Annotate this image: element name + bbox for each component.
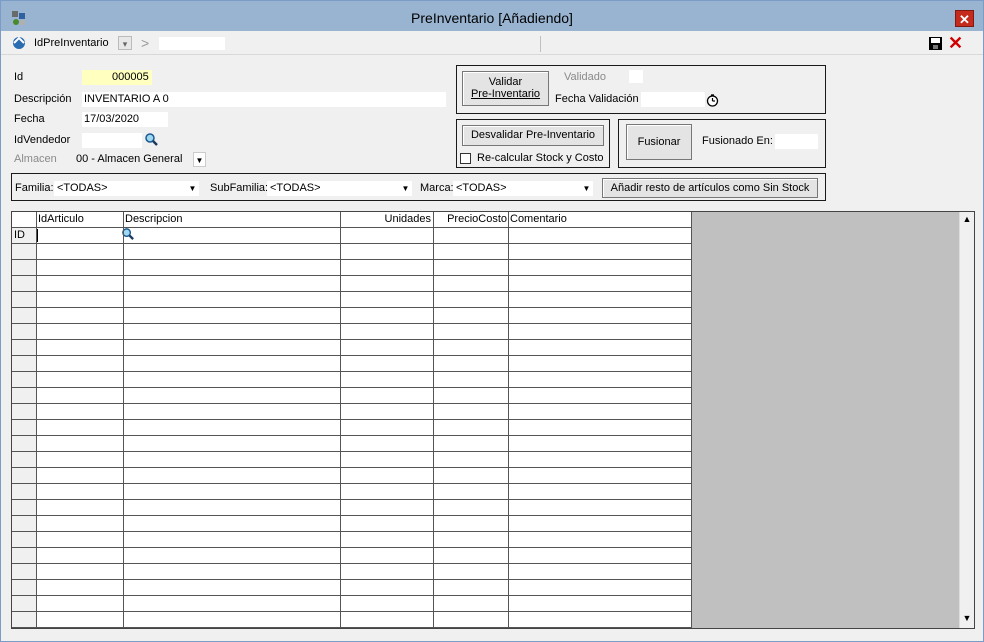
scroll-down-icon[interactable]: ▼ bbox=[962, 613, 972, 623]
fecha-field[interactable]: 17/03/2020 bbox=[82, 112, 168, 127]
grid-row-line bbox=[12, 499, 692, 500]
grid-row-line bbox=[12, 227, 692, 228]
grid-row-line bbox=[12, 531, 692, 532]
fusionado-en-label: Fusionado En: bbox=[702, 135, 773, 147]
column-header-descripcion[interactable]: Descripcion bbox=[125, 212, 182, 227]
grid-row-line bbox=[12, 291, 692, 292]
grid-row-line bbox=[12, 355, 692, 356]
validar-button[interactable]: Validar Pre-Inventario bbox=[462, 71, 549, 106]
fusionar-button[interactable]: Fusionar bbox=[626, 124, 692, 160]
grid-row-line bbox=[12, 275, 692, 276]
add-rest-button[interactable]: Añadir resto de artículos como Sin Stock bbox=[602, 178, 818, 198]
grid-scrollbar[interactable]: ▲ ▼ bbox=[959, 212, 974, 628]
toolbar-divider bbox=[540, 36, 541, 52]
grid-row-line bbox=[12, 371, 692, 372]
grid-row-line bbox=[12, 323, 692, 324]
id-field[interactable]: 000005 bbox=[82, 70, 152, 85]
column-header-comentario[interactable]: Comentario bbox=[510, 212, 567, 227]
descripcion-label: Descripción bbox=[14, 93, 72, 105]
search-record-field[interactable] bbox=[159, 37, 225, 50]
idpreinventario-combo[interactable]: IdPreInventario bbox=[34, 37, 109, 49]
marca-select[interactable]: <TODAS> ▼ bbox=[453, 181, 593, 196]
recalcular-label: Re-calcular Stock y Costo bbox=[477, 152, 604, 164]
grid-row-line bbox=[12, 339, 692, 340]
column-header-idarticulo[interactable]: IdArticulo bbox=[38, 212, 84, 227]
almacen-value: 00 - Almacen General bbox=[76, 153, 183, 165]
grid-column-line bbox=[36, 212, 37, 628]
grid-row-line bbox=[12, 627, 692, 628]
id-label: Id bbox=[14, 71, 24, 83]
grid-column-line bbox=[508, 212, 509, 628]
chevron-down-icon[interactable]: ▼ bbox=[399, 181, 412, 196]
grid-column-line bbox=[123, 212, 124, 628]
recalcular-checkbox[interactable] bbox=[460, 153, 471, 164]
idvendedor-field[interactable] bbox=[82, 133, 142, 148]
scroll-up-icon[interactable]: ▲ bbox=[962, 214, 972, 224]
familia-label: Familia: bbox=[15, 182, 54, 194]
clock-icon[interactable] bbox=[706, 94, 719, 107]
grid-column-line bbox=[433, 212, 434, 628]
validado-label: Validado bbox=[564, 71, 606, 83]
almacen-select[interactable]: 00 - Almacen General ▼ bbox=[73, 152, 206, 167]
search-icon[interactable] bbox=[144, 132, 159, 147]
subfamilia-value: <TODAS> bbox=[270, 182, 321, 194]
grid-row-line bbox=[12, 595, 692, 596]
desvalidar-button[interactable]: Desvalidar Pre-Inventario bbox=[462, 125, 604, 146]
grid-row-line bbox=[12, 403, 692, 404]
save-icon[interactable] bbox=[929, 37, 942, 50]
fecha-validacion-field[interactable] bbox=[641, 92, 705, 107]
cancel-icon[interactable]: ✕ bbox=[948, 33, 963, 53]
grid-row-line bbox=[12, 419, 692, 420]
grid-row-line bbox=[12, 547, 692, 548]
grid-row-line bbox=[12, 579, 692, 580]
column-header-unidades[interactable]: Unidades bbox=[341, 212, 431, 227]
row-header-id: ID bbox=[14, 229, 25, 241]
grid-column-line bbox=[691, 212, 692, 628]
title-bar: PreInventario [Añadiendo] ✕ bbox=[1, 1, 983, 31]
grid-row-line bbox=[12, 515, 692, 516]
grid-row-line bbox=[12, 451, 692, 452]
marca-label: Marca: bbox=[420, 182, 454, 194]
next-record-button[interactable]: > bbox=[141, 35, 149, 51]
toolbar: IdPreInventario ▾ > ✕ bbox=[1, 32, 983, 55]
validado-checkbox[interactable] bbox=[629, 70, 643, 83]
text-cursor bbox=[37, 229, 38, 242]
grid-row-line bbox=[12, 611, 692, 612]
grid-row-line bbox=[12, 563, 692, 564]
grid-row-line bbox=[12, 259, 692, 260]
articles-grid[interactable]: IdArticulo Descripcion Unidades PrecioCo… bbox=[11, 211, 975, 629]
fecha-label: Fecha bbox=[14, 113, 45, 125]
subfamilia-select[interactable]: <TODAS> ▼ bbox=[267, 181, 412, 196]
chevron-down-icon[interactable]: ▼ bbox=[186, 181, 199, 196]
descripcion-field[interactable]: INVENTARIO A 0 bbox=[82, 92, 446, 107]
grid-row-line bbox=[12, 307, 692, 308]
preinventario-window: PreInventario [Añadiendo] ✕ IdPreInventa… bbox=[0, 0, 984, 642]
fusionado-en-field[interactable] bbox=[775, 134, 818, 149]
window-title: PreInventario [Añadiendo] bbox=[411, 10, 573, 26]
subfamilia-label: SubFamilia: bbox=[210, 182, 269, 194]
grid-row-line bbox=[12, 243, 692, 244]
familia-select[interactable]: <TODAS> ▼ bbox=[54, 181, 199, 196]
close-button[interactable]: ✕ bbox=[955, 10, 974, 27]
validar-label-line1: Validar bbox=[488, 76, 523, 88]
row-header-column bbox=[12, 227, 36, 628]
grid-empty-area bbox=[692, 212, 959, 628]
almacen-label: Almacen bbox=[14, 153, 57, 165]
chevron-down-icon[interactable]: ▾ bbox=[118, 36, 132, 50]
chevron-down-icon[interactable]: ▼ bbox=[580, 181, 593, 196]
familia-value: <TODAS> bbox=[57, 182, 108, 194]
grid-row-line bbox=[12, 435, 692, 436]
grid-row-line bbox=[12, 387, 692, 388]
fecha-validacion-label: Fecha Validación bbox=[555, 93, 639, 105]
column-header-preciocosto[interactable]: PrecioCosto bbox=[434, 212, 507, 227]
idpreinventario-icon bbox=[13, 36, 25, 49]
grid-column-line bbox=[340, 212, 341, 628]
idvendedor-label: IdVendedor bbox=[14, 134, 71, 146]
chevron-down-icon[interactable]: ▼ bbox=[193, 152, 206, 167]
marca-value: <TODAS> bbox=[456, 182, 507, 194]
grid-row-line bbox=[12, 483, 692, 484]
validar-label-line2: Pre-Inventario bbox=[470, 88, 541, 100]
grid-row-line bbox=[12, 467, 692, 468]
